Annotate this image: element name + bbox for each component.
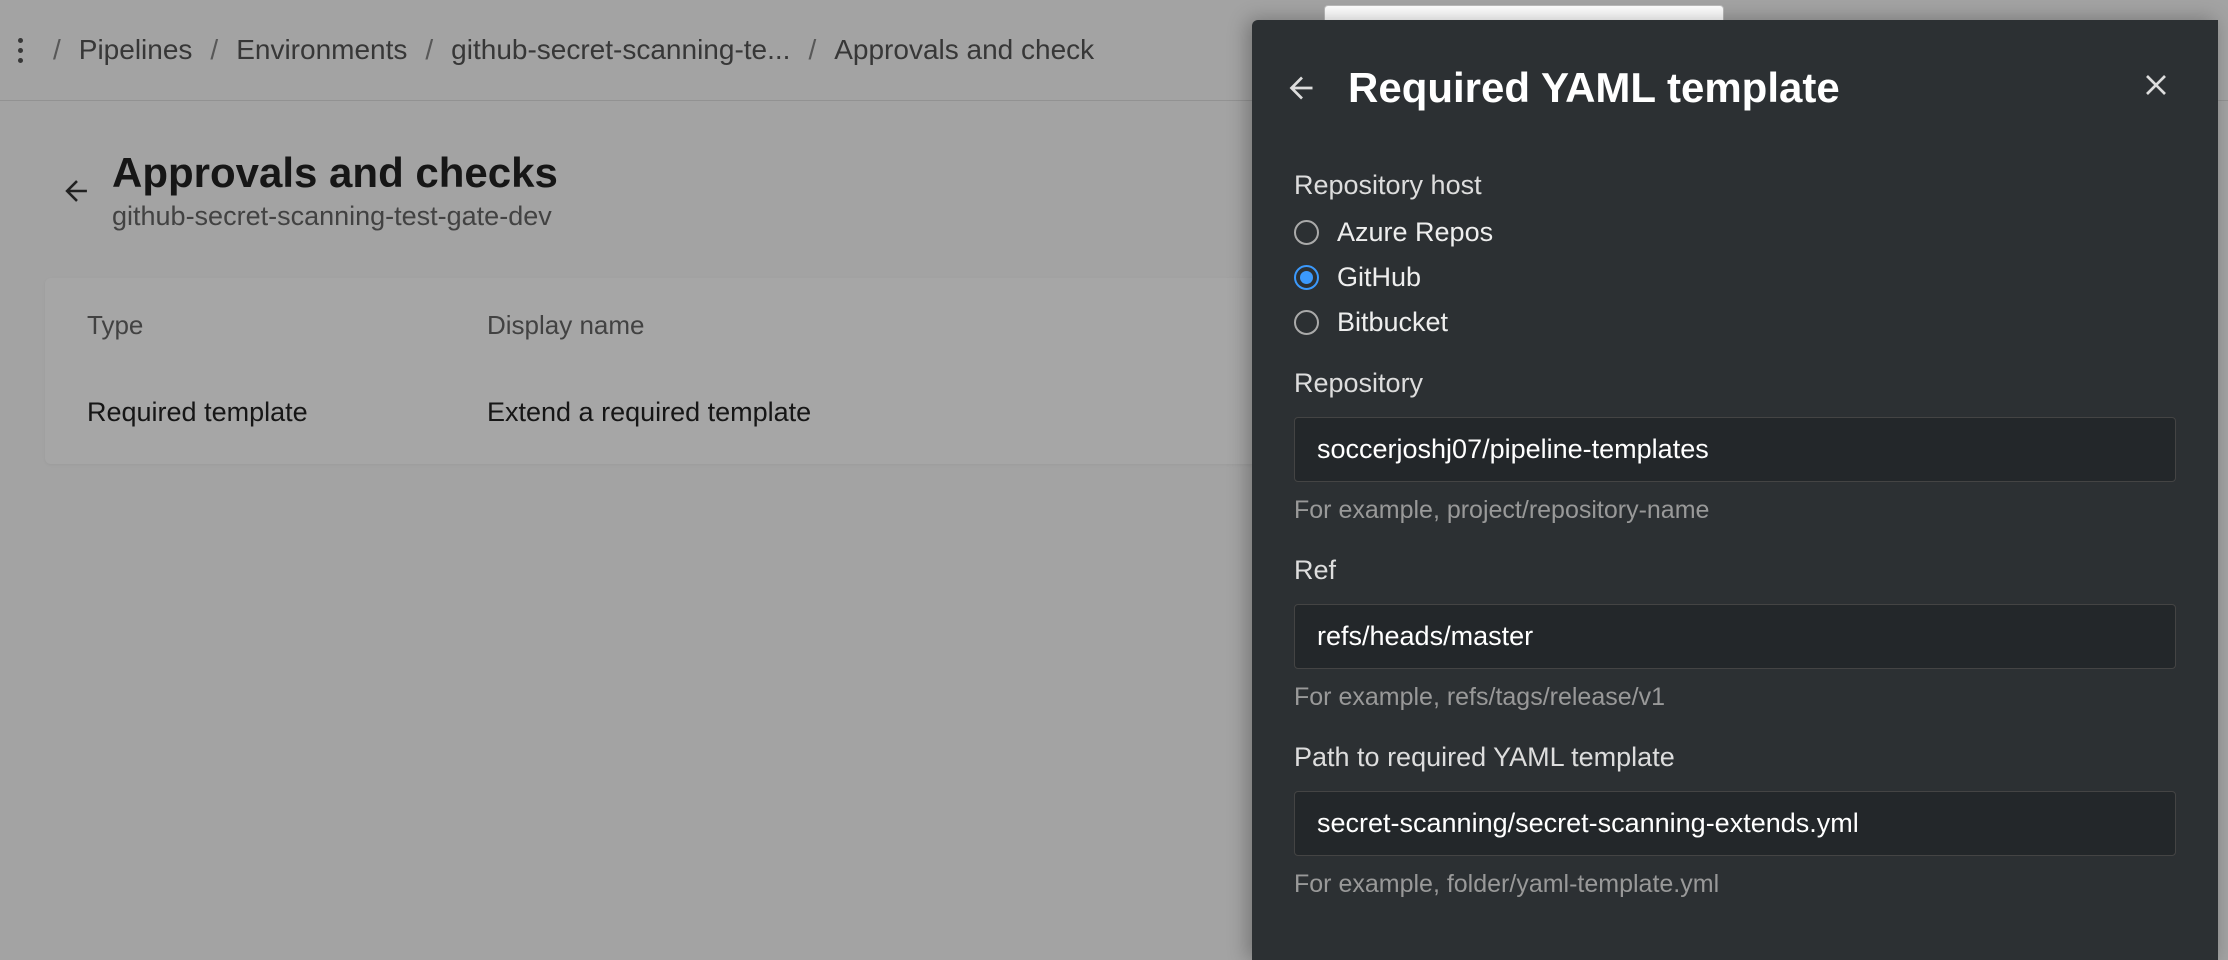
repo-host-label: Repository host [1294, 170, 2176, 201]
radio-label-azure: Azure Repos [1337, 217, 1493, 248]
side-panel: Required YAML template Repository host A… [1252, 20, 2218, 960]
panel-back-icon[interactable] [1284, 70, 1320, 106]
path-label: Path to required YAML template [1294, 742, 2176, 773]
repository-label: Repository [1294, 368, 2176, 399]
path-helper: For example, folder/yaml-template.yml [1294, 870, 2176, 899]
close-icon[interactable] [2138, 67, 2174, 110]
radio-github[interactable]: GitHub [1294, 262, 2176, 293]
ref-label: Ref [1294, 555, 2176, 586]
repository-input[interactable] [1294, 417, 2176, 482]
panel-header: Required YAML template [1252, 20, 2218, 142]
radio-dot-icon [1300, 271, 1313, 284]
radio-label-github: GitHub [1337, 262, 1421, 293]
radio-circle-icon [1294, 220, 1319, 245]
ref-helper: For example, refs/tags/release/v1 [1294, 683, 2176, 712]
repo-host-radio-group: Azure Repos GitHub Bitbucket [1294, 217, 2176, 338]
repository-helper: For example, project/repository-name [1294, 496, 2176, 525]
path-input[interactable] [1294, 791, 2176, 856]
radio-bitbucket[interactable]: Bitbucket [1294, 307, 2176, 338]
radio-circle-icon [1294, 265, 1319, 290]
radio-circle-icon [1294, 310, 1319, 335]
panel-title: Required YAML template [1348, 64, 2110, 112]
radio-label-bitbucket: Bitbucket [1337, 307, 1448, 338]
ref-input[interactable] [1294, 604, 2176, 669]
panel-body: Repository host Azure Repos GitHub Bitbu… [1252, 142, 2218, 939]
radio-azure-repos[interactable]: Azure Repos [1294, 217, 2176, 248]
